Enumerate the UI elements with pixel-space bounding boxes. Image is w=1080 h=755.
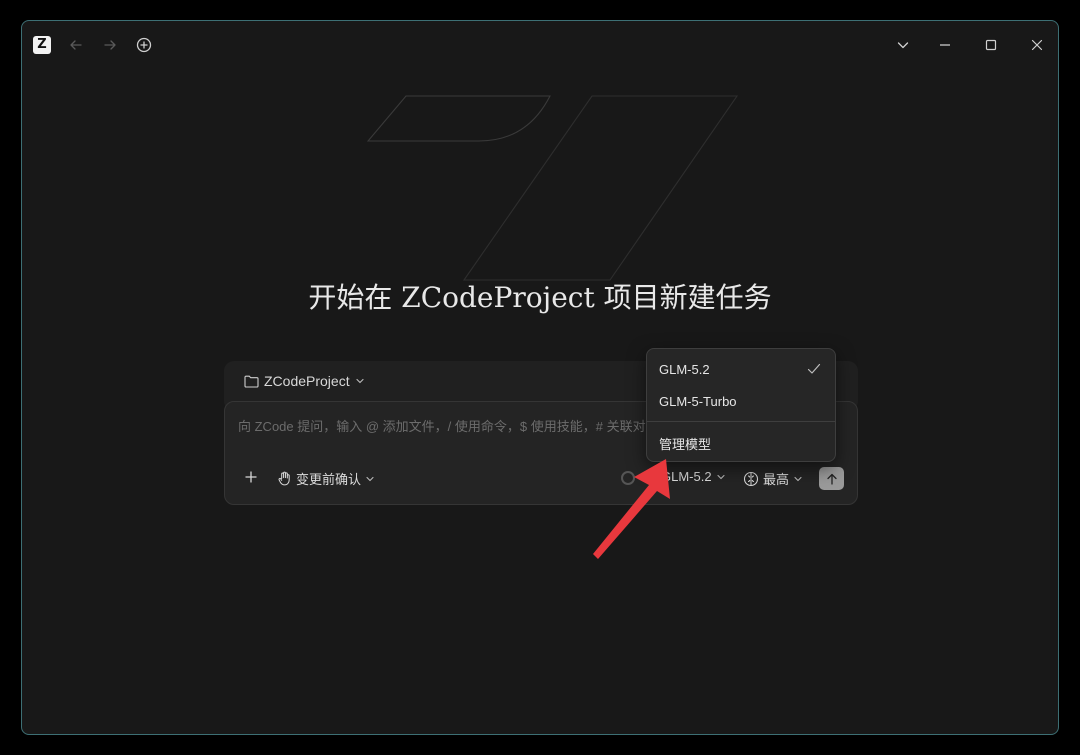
maximize-icon bbox=[985, 39, 997, 51]
plus-icon bbox=[245, 471, 257, 483]
maximize-button[interactable] bbox=[981, 35, 1001, 55]
minimize-button[interactable] bbox=[935, 35, 955, 55]
app-window: Z 开始在 ZCodeProject 项目新建任务 ZCodeProject 向… bbox=[21, 20, 1059, 735]
forward-button[interactable] bbox=[100, 35, 120, 55]
brain-icon bbox=[743, 471, 759, 486]
chevron-down-icon bbox=[356, 378, 364, 384]
page-title: 开始在 ZCodeProject 项目新建任务 bbox=[308, 281, 772, 314]
new-task-button[interactable] bbox=[134, 35, 154, 55]
arrow-right-icon bbox=[104, 40, 116, 50]
close-icon bbox=[1031, 39, 1043, 51]
add-attachment-button[interactable] bbox=[242, 468, 260, 486]
folder-icon bbox=[244, 375, 259, 388]
app-logo: Z bbox=[33, 36, 51, 54]
arrow-up-icon bbox=[826, 473, 837, 485]
model-dropdown-menu: GLM-5.2 GLM-5-Turbo 管理模型 bbox=[646, 348, 836, 462]
hand-icon bbox=[278, 471, 290, 486]
red-annotation-arrow bbox=[593, 459, 670, 559]
back-button[interactable] bbox=[66, 35, 86, 55]
chevron-down-icon bbox=[897, 42, 909, 49]
project-name: ZCodeProject bbox=[264, 373, 350, 389]
chevron-down-icon bbox=[794, 476, 802, 481]
approval-mode-selector[interactable]: 变更前确认 bbox=[277, 469, 375, 488]
check-icon bbox=[807, 363, 821, 374]
close-button[interactable] bbox=[1027, 35, 1047, 55]
approval-mode-label: 变更前确认 bbox=[296, 472, 362, 487]
menu-divider bbox=[647, 421, 835, 422]
model-option-glm-5-turbo[interactable]: GLM-5-Turbo bbox=[659, 394, 737, 409]
effort-label: 最高 bbox=[763, 472, 790, 487]
prompt-input[interactable]: 向 ZCode 提问，输入 @ 添加文件，/ 使用命令，$ 使用技能，# 关联对 bbox=[238, 416, 646, 435]
arrow-left-icon bbox=[70, 40, 82, 50]
project-selector[interactable]: ZCodeProject bbox=[244, 373, 365, 389]
minimize-icon bbox=[940, 44, 950, 46]
window-menu-button[interactable] bbox=[893, 35, 913, 55]
chevron-down-icon bbox=[717, 474, 725, 479]
model-option-glm-5-2[interactable]: GLM-5.2 bbox=[659, 362, 710, 377]
reasoning-effort-selector[interactable]: 最高 bbox=[743, 469, 803, 488]
send-button[interactable] bbox=[819, 467, 844, 490]
manage-models-item[interactable]: 管理模型 bbox=[659, 434, 711, 453]
titlebar: Z bbox=[22, 21, 1058, 69]
zcode-watermark-logo bbox=[367, 95, 739, 281]
plus-circle-icon bbox=[136, 37, 152, 53]
chevron-down-icon bbox=[366, 476, 374, 481]
